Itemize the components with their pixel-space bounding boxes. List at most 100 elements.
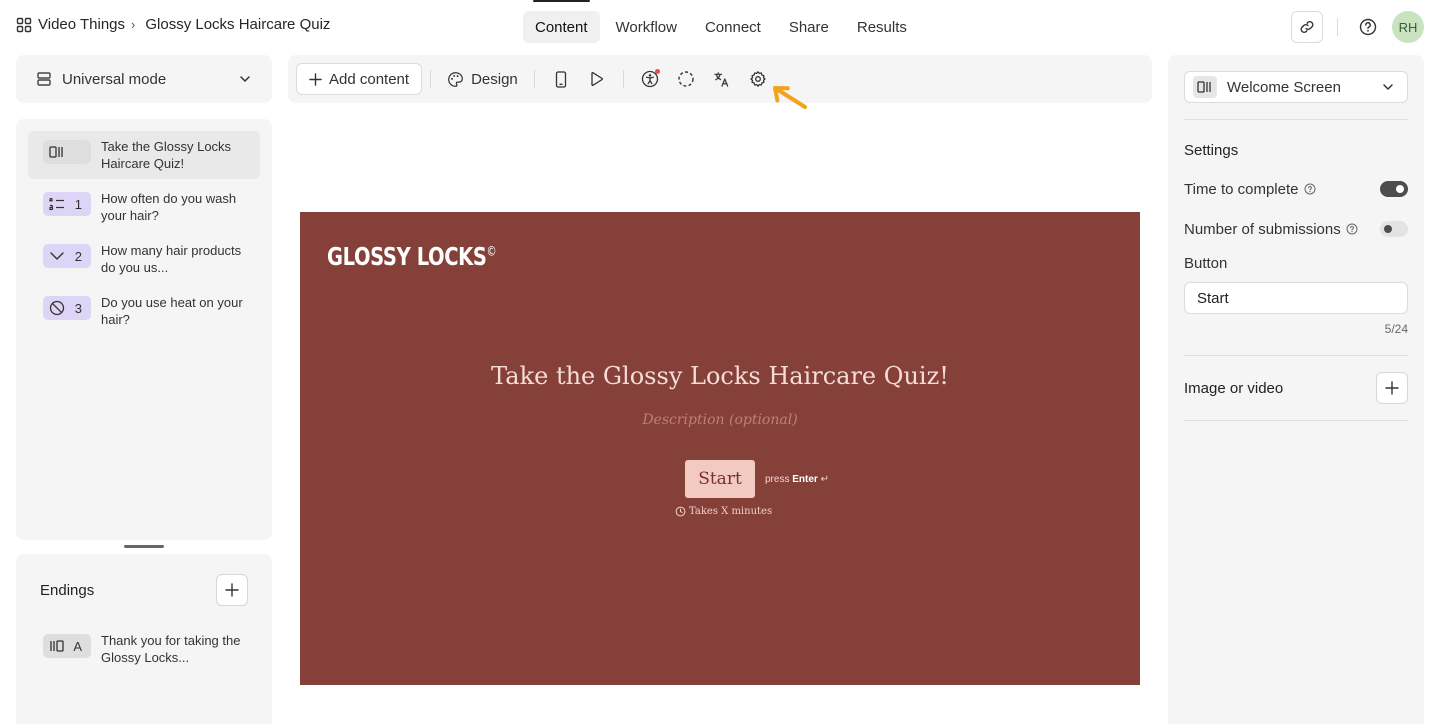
time-to-complete-label: Time to complete (1184, 180, 1299, 198)
list-item[interactable]: Take the Glossy Locks Haircare Quiz! (28, 131, 260, 179)
accessibility-button[interactable] (632, 63, 668, 95)
character-counter: 5/24 (1384, 322, 1408, 336)
number-of-submissions-toggle[interactable] (1380, 221, 1408, 237)
add-media-button[interactable] (1376, 372, 1408, 404)
screen-type-select[interactable]: Welcome Screen (1184, 71, 1408, 103)
resize-handle[interactable] (124, 545, 164, 548)
play-icon (589, 71, 604, 87)
mobile-preview-button[interactable] (543, 63, 579, 95)
plus-icon (309, 72, 322, 86)
number-of-submissions-label: Number of submissions (1184, 220, 1341, 238)
question-text: Do you use heat on your hair? (101, 295, 243, 327)
tab-workflow[interactable]: Workflow (604, 11, 689, 43)
question-list: Take the Glossy Locks Haircare Quiz! 1 H… (16, 119, 272, 540)
time-estimate: Takes X minutes (675, 506, 772, 517)
tab-content[interactable]: Content (523, 0, 600, 43)
copy-link-button[interactable] (1291, 11, 1323, 43)
endings-panel: Endings A Thank you for taking the Gloss… (16, 554, 272, 724)
add-ending-button[interactable] (216, 574, 248, 606)
translate-icon (713, 71, 730, 88)
question-type-badge: 1 (43, 192, 91, 216)
divider (1184, 119, 1408, 120)
design-button[interactable]: Design (439, 63, 526, 95)
description-field[interactable]: Description (optional) (300, 412, 1140, 428)
add-content-button[interactable]: Add content (296, 63, 423, 95)
endings-title: Endings (40, 581, 95, 599)
tab-share[interactable]: Share (777, 11, 841, 43)
annotation-arrow-icon (770, 82, 810, 112)
question-text: Take the Glossy Locks Haircare Quiz! (101, 139, 232, 171)
mobile-icon (555, 70, 567, 88)
divider (1337, 18, 1338, 36)
layers-icon (36, 71, 52, 87)
preview-button[interactable] (579, 63, 615, 95)
list-item[interactable]: A Thank you for taking the Glossy Locks.… (40, 632, 248, 666)
notification-dot (654, 69, 660, 74)
tab-connect[interactable]: Connect (693, 11, 773, 43)
divider (430, 70, 432, 88)
grid-icon[interactable] (16, 17, 32, 33)
chevron-down-icon (1381, 80, 1395, 94)
gear-icon (749, 70, 767, 88)
welcome-title[interactable]: Take the Glossy Locks Haircare Quiz! (300, 362, 1140, 390)
top-bar: Video Things › Glossy Locks Haircare Qui… (0, 0, 1440, 54)
question-type-badge: 2 (43, 244, 91, 268)
clock-icon (675, 506, 686, 517)
info-icon[interactable] (1304, 183, 1316, 195)
image-or-video-label: Image or video (1184, 379, 1284, 397)
welcome-screen-icon (49, 145, 65, 159)
press-enter-hint: press Enter ↵ (765, 473, 829, 485)
plus-icon (1385, 381, 1399, 395)
palette-icon (447, 71, 464, 88)
list-item[interactable]: 3 Do you use heat on your hair? (28, 287, 260, 335)
info-icon[interactable] (1346, 223, 1358, 235)
ranking-icon (49, 197, 65, 211)
settings-title: Settings (1184, 142, 1239, 159)
time-to-complete-row: Time to complete (1184, 169, 1408, 209)
ending-text: Thank you for taking the Glossy Locks... (101, 633, 241, 665)
breadcrumb-separator: › (131, 17, 136, 32)
ending-type-badge: A (43, 634, 91, 658)
breadcrumb-workspace[interactable]: Video Things (38, 16, 125, 33)
mode-selector[interactable]: Universal mode (16, 55, 272, 103)
top-bar-actions: RH (1291, 11, 1424, 43)
list-item[interactable]: 1 How often do you wash your hair? (28, 183, 260, 231)
plus-icon (225, 583, 239, 597)
breadcrumb: Video Things › Glossy Locks Haircare Qui… (16, 16, 330, 33)
button-text-input[interactable]: Start (1184, 282, 1408, 314)
question-text: How many hair products do you us... (101, 243, 242, 275)
no-heat-icon (49, 300, 65, 316)
ending-screen-icon (49, 639, 65, 653)
question-text: How often do you wash your hair? (101, 191, 237, 223)
form-preview-canvas[interactable]: GLOSSY LOCKS© Take the Glossy Locks Hair… (300, 212, 1140, 685)
time-to-complete-toggle[interactable] (1380, 181, 1408, 197)
button-label: Button (1184, 255, 1228, 272)
avatar[interactable]: RH (1392, 11, 1424, 43)
breadcrumb-form-title[interactable]: Glossy Locks Haircare Quiz (145, 16, 330, 33)
translate-button[interactable] (704, 63, 740, 95)
welcome-screen-icon (1193, 76, 1217, 98)
help-icon (1359, 18, 1377, 36)
divider (533, 70, 535, 88)
start-row: Start press Enter ↵ (685, 460, 829, 498)
tab-results[interactable]: Results (845, 11, 919, 43)
editor-toolbar: Add content Design (288, 55, 1152, 103)
loader-circle-icon (677, 70, 695, 88)
question-type-badge (43, 140, 91, 164)
divider (622, 70, 624, 88)
number-of-submissions-row: Number of submissions (1184, 209, 1408, 249)
image-or-video-row: Image or video (1184, 356, 1408, 420)
start-button[interactable]: Start (685, 460, 755, 498)
divider (1184, 420, 1408, 421)
question-type-badge: 3 (43, 296, 91, 320)
list-item[interactable]: 2 How many hair products do you us... (28, 235, 260, 283)
dropdown-chevron-icon (49, 249, 65, 263)
settings-panel: Welcome Screen Settings Time to complete… (1168, 55, 1424, 724)
link-icon (1299, 19, 1315, 35)
brand-logo: GLOSSY LOCKS© (327, 242, 497, 271)
progress-button[interactable] (668, 63, 704, 95)
mode-label: Universal mode (62, 70, 167, 88)
help-button[interactable] (1352, 11, 1384, 43)
chevron-down-icon (238, 72, 252, 86)
main-tabs: Content Workflow Connect Share Results (523, 0, 923, 43)
